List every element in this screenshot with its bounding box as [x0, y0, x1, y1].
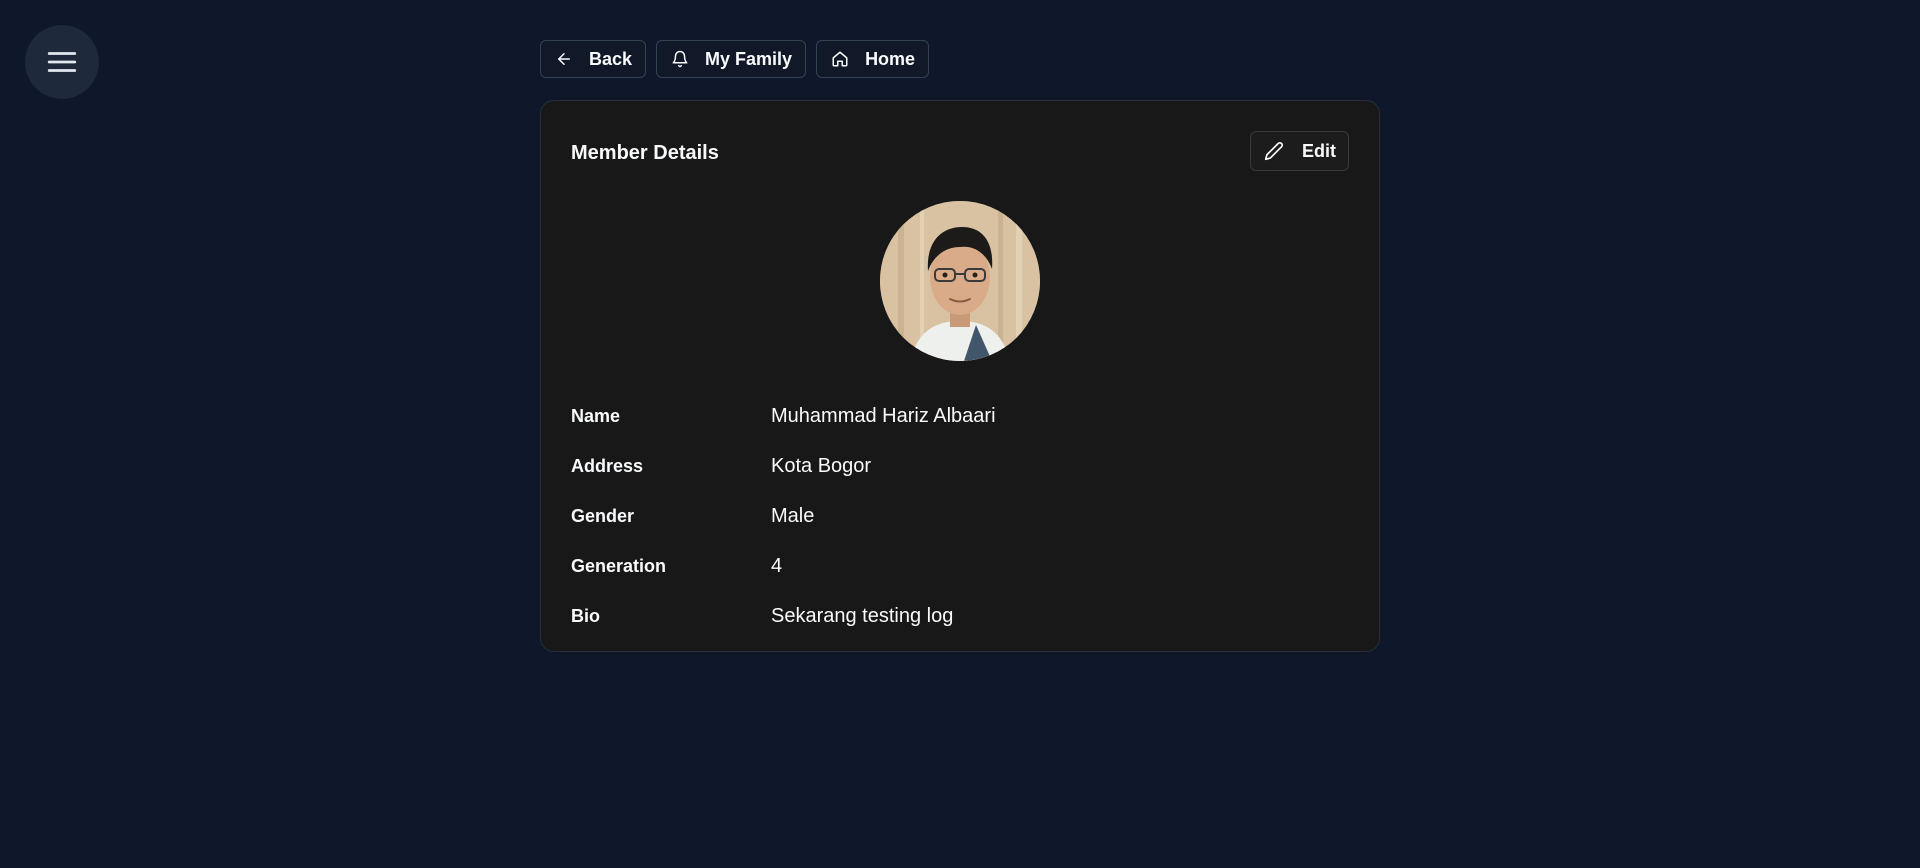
my-family-button[interactable]: My Family — [656, 40, 807, 78]
my-family-button-label: My Family — [705, 48, 793, 69]
detail-row-bio: Bio Sekarang testing log — [571, 591, 1351, 641]
pencil-icon — [1264, 142, 1283, 161]
bio-label: Bio — [571, 605, 600, 626]
member-details-card: Member Details Edit Name Muhammad Hariz … — [540, 100, 1380, 652]
detail-row-name: Name Muhammad Hariz Albaari — [571, 391, 1351, 441]
detail-row-address: Address Kota Bogor — [571, 441, 1351, 491]
menu-toggle-button[interactable] — [25, 25, 99, 99]
back-button[interactable]: Back — [540, 40, 647, 78]
name-value: Muhammad Hariz Albaari — [771, 404, 996, 427]
home-button-label: Home — [865, 48, 916, 69]
hamburger-icon — [47, 52, 77, 72]
home-icon — [832, 51, 848, 67]
bio-value: Sekarang testing log — [771, 604, 954, 627]
member-details-list: Name Muhammad Hariz Albaari Address Kota… — [571, 391, 1351, 641]
top-navigation: Back My Family Home — [540, 40, 930, 78]
detail-row-generation: Generation 4 — [571, 541, 1351, 591]
back-button-label: Back — [589, 48, 633, 69]
detail-row-gender: Gender Male — [571, 491, 1351, 541]
address-value: Kota Bogor — [771, 454, 872, 477]
bell-icon — [672, 50, 688, 68]
generation-label: Generation — [571, 555, 667, 576]
home-button[interactable]: Home — [816, 40, 930, 78]
generation-value: 4 — [771, 554, 783, 577]
edit-button[interactable]: Edit — [1250, 131, 1349, 171]
gender-label: Gender — [571, 505, 635, 526]
edit-button-label: Edit — [1302, 140, 1336, 161]
arrow-left-icon — [558, 53, 570, 65]
avatar — [880, 201, 1040, 361]
member-photo — [880, 201, 1040, 361]
name-label: Name — [571, 405, 621, 426]
address-label: Address — [571, 455, 644, 476]
card-title: Member Details — [571, 142, 719, 164]
gender-value: Male — [771, 504, 815, 527]
